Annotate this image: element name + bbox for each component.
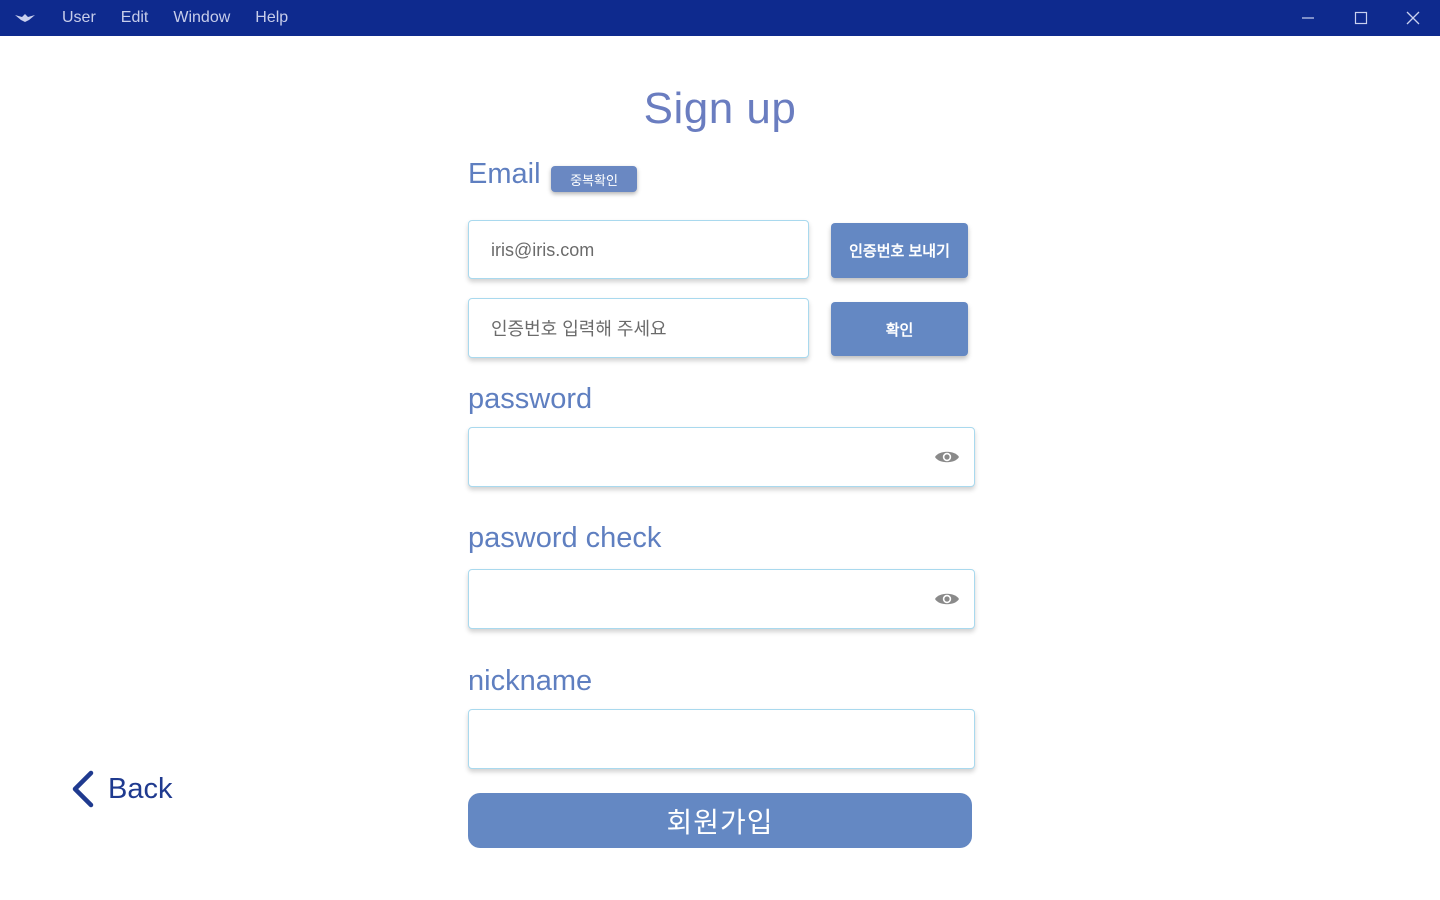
- back-button[interactable]: Back: [70, 770, 172, 808]
- minimize-button[interactable]: [1283, 0, 1333, 36]
- menu-user[interactable]: User: [62, 9, 96, 27]
- menu-help[interactable]: Help: [255, 9, 288, 27]
- maximize-button[interactable]: [1336, 0, 1386, 36]
- password-label: password: [468, 383, 593, 415]
- nickname-field-container: [468, 709, 975, 770]
- menu-edit[interactable]: Edit: [121, 9, 149, 27]
- minimize-icon: [1302, 17, 1314, 19]
- maximize-icon: [1354, 11, 1368, 25]
- eye-icon[interactable]: [934, 448, 960, 466]
- title-bar: User Edit Window Help: [0, 0, 1440, 36]
- page-title: Sign up: [643, 84, 797, 133]
- password-field-container: [468, 427, 975, 488]
- menu-window[interactable]: Window: [173, 9, 230, 27]
- password-input[interactable]: [489, 428, 928, 488]
- menu-bar: User Edit Window Help: [62, 0, 313, 36]
- password-check-input[interactable]: [489, 570, 928, 630]
- nickname-input[interactable]: [489, 710, 928, 770]
- close-button[interactable]: [1388, 0, 1438, 36]
- password-check-label: pasword check: [468, 522, 662, 554]
- app-logo-icon: [15, 14, 35, 22]
- close-icon: [1406, 11, 1420, 25]
- email-field-container: [468, 220, 809, 280]
- chevron-left-icon: [72, 770, 94, 808]
- verification-code-input[interactable]: [489, 299, 762, 359]
- back-label: Back: [108, 772, 173, 805]
- email-label: Email: [468, 158, 541, 190]
- duplicate-check-button[interactable]: 중복확인: [551, 166, 637, 192]
- nickname-label: nickname: [468, 665, 593, 697]
- verification-field-container: [468, 298, 809, 359]
- email-field[interactable]: [489, 221, 762, 280]
- eye-icon[interactable]: [934, 590, 960, 608]
- confirm-code-button[interactable]: 확인: [831, 302, 968, 356]
- signup-submit-button[interactable]: 회원가입: [468, 793, 972, 848]
- send-code-button[interactable]: 인증번호 보내기: [831, 223, 968, 278]
- password-check-field-container: [468, 569, 975, 630]
